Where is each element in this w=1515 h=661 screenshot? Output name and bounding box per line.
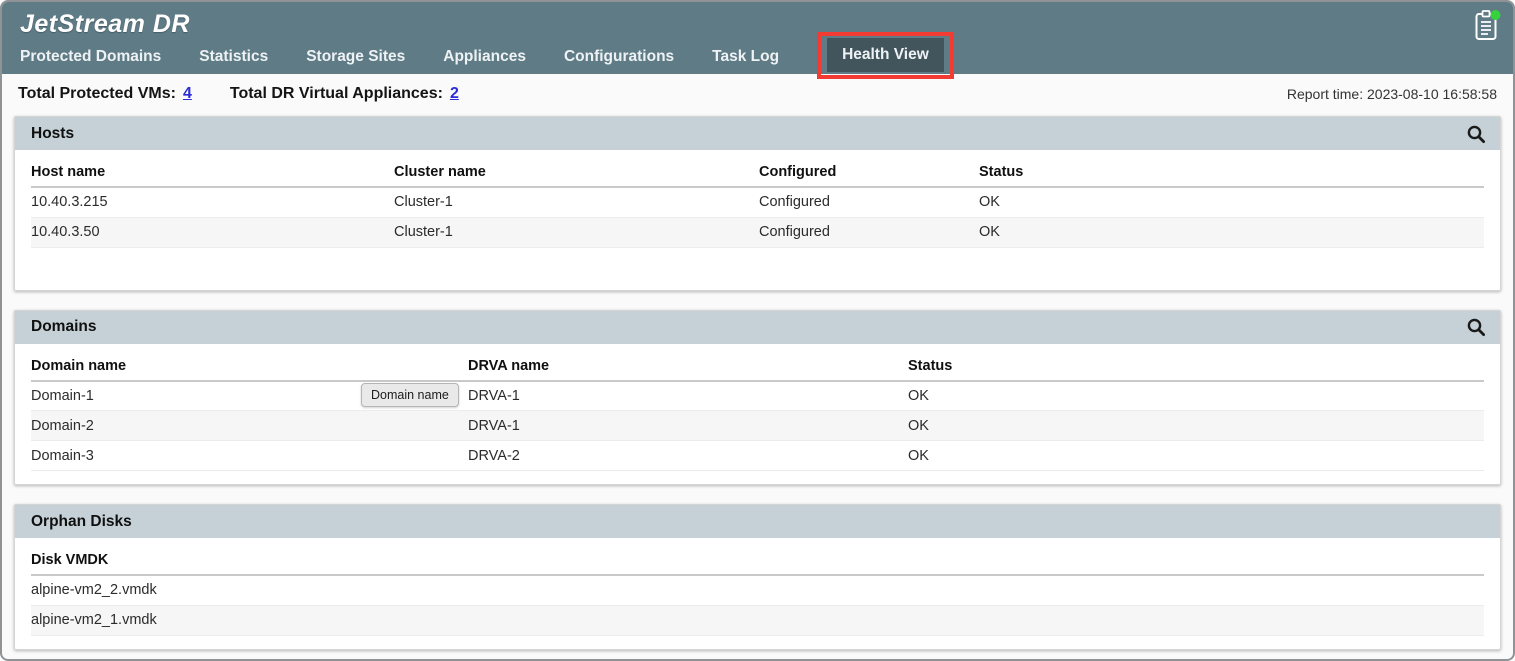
section-title: Orphan Disks (31, 513, 132, 531)
domains-section: Domains Domain nameDRVA nameStatusDomain… (14, 310, 1501, 486)
hosts-table: Host nameCluster nameConfiguredStatus10.… (31, 156, 1484, 248)
search-icon[interactable] (1466, 124, 1486, 144)
card-empty-space (15, 471, 1500, 484)
cell: Configured (759, 217, 979, 247)
cell: 10.40.3.50 (31, 217, 394, 247)
hosts-section: Hosts Host nameCluster nameConfiguredSta… (14, 116, 1501, 291)
section-title: Domains (31, 318, 96, 336)
cell: Configured (759, 187, 979, 217)
nav-tabs: Protected Domains Statistics Storage Sites… (20, 32, 954, 74)
cell: DRVA-2 (468, 441, 908, 471)
tab-storage-sites[interactable]: Storage Sites (306, 40, 405, 74)
cell: OK (979, 187, 1484, 217)
stat-total-dr-appliances: Total DR Virtual Appliances: 2 (230, 85, 459, 103)
column-header: Status (908, 350, 1484, 381)
annotation-highlight-box: Health View (817, 32, 954, 79)
table-header-row: Disk VMDK (31, 544, 1484, 575)
status-dot-green (1491, 10, 1501, 20)
stat-total-protected-vms: Total Protected VMs: 4 (18, 85, 192, 103)
tab-health-view[interactable]: Health View (827, 38, 944, 72)
table-row: Domain-3DRVA-2OK (31, 441, 1484, 471)
stat-label: Total Protected VMs: (18, 85, 176, 102)
main-content: Hosts Host nameCluster nameConfiguredSta… (2, 114, 1513, 650)
cell: DRVA-1 (468, 411, 908, 441)
cell: OK (908, 411, 1484, 441)
orphan-disks-table: Disk VMDKalpine-vm2_2.vmdkalpine-vm2_1.v… (31, 544, 1484, 636)
stat-label: Total DR Virtual Appliances: (230, 85, 443, 102)
tab-configurations[interactable]: Configurations (564, 40, 674, 74)
cell: alpine-vm2_2.vmdk (31, 575, 1484, 605)
column-header: Domain name (31, 350, 468, 381)
cell: OK (908, 381, 1484, 411)
app-window: JetStream DR Protected DomainsStatistics… (0, 0, 1515, 661)
table-row: 10.40.3.215Cluster-1ConfiguredOK (31, 187, 1484, 217)
cell: Cluster-1 (394, 187, 759, 217)
cell: OK (979, 217, 1484, 247)
column-header: Configured (759, 156, 979, 187)
card-empty-space (15, 636, 1500, 649)
hosts-section-header: Hosts (15, 117, 1500, 150)
cell: DRVA-1 (468, 381, 908, 411)
column-header: Cluster name (394, 156, 759, 187)
table-header-row: Host nameCluster nameConfiguredStatus (31, 156, 1484, 187)
column-header: Status (979, 156, 1484, 187)
search-icon[interactable] (1466, 317, 1486, 337)
column-tooltip: Domain name (361, 383, 459, 407)
table-row: alpine-vm2_2.vmdk (31, 575, 1484, 605)
card-empty-space (15, 248, 1500, 290)
column-header: DRVA name (468, 350, 908, 381)
cell: 10.40.3.215 (31, 187, 394, 217)
column-header: Host name (31, 156, 394, 187)
section-title: Hosts (31, 125, 74, 143)
app-header: JetStream DR Protected DomainsStatistics… (2, 2, 1513, 74)
total-protected-vms-link[interactable]: 4 (183, 85, 192, 102)
domains-table: Domain nameDRVA nameStatusDomain-1DRVA-1… (31, 350, 1484, 472)
table-header-row: Domain nameDRVA nameStatus (31, 350, 1484, 381)
tab-protected-domains[interactable]: Protected Domains (20, 40, 161, 74)
cell: Domain-3 (31, 441, 468, 471)
cell: Domain-2 (31, 411, 468, 441)
report-clipboard-icon[interactable] (1473, 9, 1501, 43)
table-row: alpine-vm2_1.vmdk (31, 605, 1484, 635)
tab-statistics[interactable]: Statistics (199, 40, 268, 74)
cell: Cluster-1 (394, 217, 759, 247)
total-dr-appliances-link[interactable]: 2 (450, 85, 459, 102)
table-row: Domain-1DRVA-1OK (31, 381, 1484, 411)
cell: alpine-vm2_1.vmdk (31, 605, 1484, 635)
table-row: 10.40.3.50Cluster-1ConfiguredOK (31, 217, 1484, 247)
column-header: Disk VMDK (31, 544, 1484, 575)
domains-section-header: Domains (15, 311, 1500, 344)
orphan-disks-section-header: Orphan Disks (15, 505, 1500, 538)
orphan-disks-section: Orphan Disks Disk VMDKalpine-vm2_2.vmdka… (14, 504, 1501, 650)
summary-bar: Total Protected VMs: 4 Total DR Virtual A… (2, 74, 1513, 114)
table-row: Domain-2DRVA-1OK (31, 411, 1484, 441)
tab-task-log[interactable]: Task Log (712, 40, 779, 74)
tab-appliances[interactable]: Appliances (443, 40, 526, 74)
cell: OK (908, 441, 1484, 471)
report-time: Report time: 2023-08-10 16:58:58 (1287, 86, 1497, 102)
